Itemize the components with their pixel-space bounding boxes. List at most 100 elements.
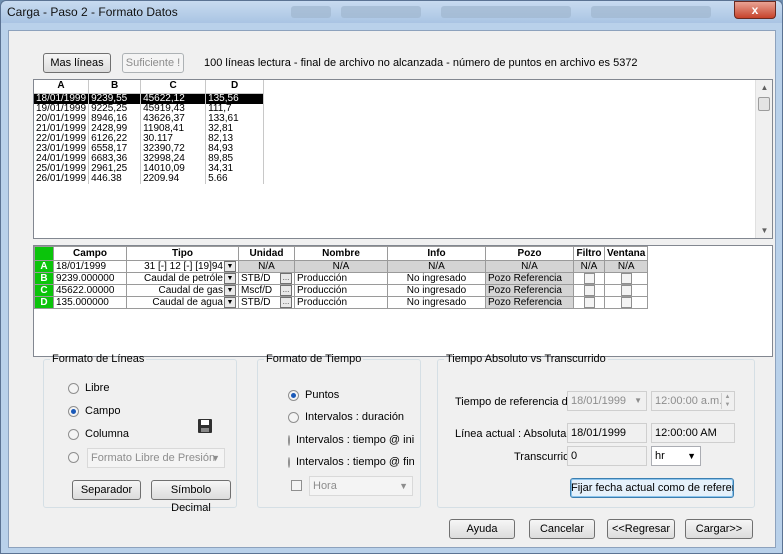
- mapping-row[interactable]: B 9239.000000 Caudal de petróle ▼ STB/D… Prod…: [34, 271, 649, 286]
- load-button[interactable]: Cargar>>: [685, 519, 753, 539]
- ventana-cell: [603, 296, 649, 310]
- radio-libre[interactable]: Libre: [68, 382, 109, 394]
- mapping-row[interactable]: A 18/01/1999 31 [-] 12 [-] [19]94 ▼ N/A N/A N/…: [34, 260, 649, 273]
- radio-free-pressure[interactable]: [68, 452, 79, 463]
- column-mapping-grid[interactable]: Campo Tipo Unidad Nombre Info Pozo Filtr…: [33, 245, 773, 357]
- elapsed-unit-value: hr: [655, 450, 665, 462]
- separator-button[interactable]: Separador: [72, 480, 141, 500]
- cancel-button[interactable]: Cancelar: [529, 519, 595, 539]
- pozo-cell[interactable]: Pozo Referencia: [485, 271, 574, 286]
- scroll-thumb[interactable]: [758, 97, 770, 111]
- window-checkbox[interactable]: [620, 297, 632, 308]
- raw-data-row[interactable]: 22/01/1999 6126,22 30.117 82,13: [34, 133, 265, 144]
- save-format-icon[interactable]: [198, 419, 212, 433]
- raw-data-row[interactable]: 21/01/1999 2428,99 11908,41 32,81: [34, 123, 265, 134]
- tipo-value: Caudal de agua: [152, 297, 223, 309]
- unidad-value: STB/D: [241, 273, 271, 285]
- info-value: N/A: [428, 261, 445, 272]
- time-unit-select[interactable]: Hora ▼: [309, 476, 413, 496]
- current-time-field: 12:00:00 AM: [651, 423, 735, 443]
- pozo-cell[interactable]: Pozo Referencia: [485, 284, 574, 298]
- raw-data-row[interactable]: 25/01/1999 2961,25 14010,09 34,31: [34, 163, 265, 174]
- radio-points[interactable]: Puntos: [288, 389, 339, 401]
- radio-interval-start[interactable]: Intervalos : tiempo @ inic: [288, 434, 414, 446]
- nombre-cell[interactable]: Producción: [294, 271, 388, 286]
- filter-checkbox[interactable]: [583, 297, 595, 308]
- chevron-down-icon[interactable]: ▼: [224, 297, 236, 308]
- nombre-cell[interactable]: Producción: [294, 296, 388, 310]
- set-reference-button[interactable]: Fijar fecha actual como de referencia: [570, 478, 734, 498]
- info-value: No ingresado: [406, 273, 467, 285]
- radio-interval-end[interactable]: Intervalos : tiempo @ fina: [288, 456, 414, 468]
- help-button[interactable]: Ayuda: [449, 519, 515, 539]
- unidad-picker[interactable]: STB/D…: [238, 296, 295, 310]
- tipo-value: 31 [-] 12 [-] [19]94: [144, 261, 223, 272]
- raw-data-row[interactable]: 18/01/1999 9239,55 45622,12 135,56: [34, 93, 265, 104]
- window-checkbox[interactable]: [620, 285, 632, 296]
- mapping-corner-cell: [34, 246, 54, 261]
- absolute-vs-elapsed-legend: Tiempo Absoluto vs Transcurrido: [446, 353, 606, 365]
- reference-date-field[interactable]: 18/01/1999 ▼: [567, 391, 647, 411]
- tipo-dropdown[interactable]: 31 [-] 12 [-] [19]94 ▼: [126, 260, 239, 273]
- raw-data-row[interactable]: 19/01/1999 9225,25 45919,43 111,7: [34, 103, 265, 114]
- raw-data-cell: 11908,41: [140, 123, 207, 134]
- raw-data-row[interactable]: 20/01/1999 8946,16 43626,37 133,61: [34, 113, 265, 124]
- close-icon: x: [751, 3, 759, 17]
- pressure-format-value: Formato Libre de Presión: [91, 452, 216, 464]
- scroll-down-icon[interactable]: ▼: [756, 223, 772, 238]
- unidad-value: N/A: [258, 261, 275, 272]
- raw-data-grid[interactable]: A B C D 18/01/1999 9239,55 45622,12 135,56 1…: [33, 79, 773, 239]
- blurred-titlebar-area: [341, 6, 421, 18]
- pressure-format-select[interactable]: Formato Libre de Presión ▼: [87, 448, 225, 468]
- elapsed-unit-select[interactable]: hr ▼: [651, 446, 701, 466]
- raw-grid-scrollbar[interactable]: ▲ ▼: [755, 80, 772, 238]
- raw-data-row[interactable]: 26/01/1999 446.38 2209.94 5.66: [34, 173, 265, 184]
- time-unit-value: Hora: [313, 480, 337, 492]
- raw-data-cell: 9225,25: [88, 103, 142, 114]
- chevron-down-icon[interactable]: ▼: [224, 285, 236, 296]
- blurred-titlebar-area: [291, 6, 331, 18]
- mapping-row[interactable]: C 45622.00000 Caudal de gas ▼ Mscf/D… Producc…: [34, 284, 649, 298]
- mapping-row[interactable]: D 135.000000 Caudal de agua ▼ STB/D… Producci…: [34, 296, 649, 310]
- ellipsis-icon[interactable]: …: [280, 273, 292, 284]
- radio-circle: [68, 382, 79, 394]
- row-letter-cell: C: [34, 284, 54, 298]
- enough-button[interactable]: Suficiente !: [122, 53, 184, 73]
- radio-campo[interactable]: Campo: [68, 405, 120, 417]
- decimal-symbol-button[interactable]: Símbolo Decimal: [151, 480, 231, 514]
- back-button[interactable]: <<Regresar: [607, 519, 675, 539]
- spinner-icon[interactable]: ▲ ▼: [721, 393, 733, 409]
- window-checkbox[interactable]: [620, 273, 632, 284]
- nombre-value: Producción: [297, 285, 348, 297]
- tipo-dropdown[interactable]: Caudal de gas ▼: [126, 284, 239, 298]
- radio-interval-duration[interactable]: Intervalos : duración: [288, 411, 404, 423]
- window-title: Carga - Paso 2 - Formato Datos: [7, 5, 178, 19]
- more-lines-button[interactable]: Mas líneas: [43, 53, 111, 73]
- close-button[interactable]: x: [734, 1, 776, 19]
- nombre-value: Producción: [297, 273, 348, 285]
- filter-checkbox[interactable]: [583, 285, 595, 296]
- raw-data-row[interactable]: 24/01/1999 6683,36 32998,24 89,85: [34, 153, 265, 164]
- radio-circle: [288, 456, 290, 468]
- unidad-picker[interactable]: Mscf/D…: [238, 284, 295, 298]
- chevron-down-icon[interactable]: ▼: [224, 261, 236, 272]
- time-unit-checkbox[interactable]: [291, 480, 302, 491]
- tipo-dropdown[interactable]: Caudal de petróle ▼: [126, 271, 239, 286]
- radio-columna[interactable]: Columna: [68, 428, 129, 440]
- nombre-cell[interactable]: Producción: [294, 284, 388, 298]
- reference-time-field[interactable]: 12:00:00 a.m. ▲ ▼: [651, 391, 735, 411]
- tipo-value: Caudal de petróle: [144, 273, 223, 285]
- ellipsis-icon[interactable]: …: [280, 285, 292, 296]
- raw-data-row[interactable]: 23/01/1999 6558,17 32390,72 84,93: [34, 143, 265, 154]
- pozo-cell[interactable]: Pozo Referencia: [485, 296, 574, 310]
- chevron-down-icon[interactable]: ▼: [224, 273, 236, 284]
- ellipsis-icon[interactable]: …: [280, 297, 292, 308]
- filter-checkbox[interactable]: [583, 273, 595, 284]
- mapping-col-header: Campo: [53, 246, 127, 261]
- radio-label: Intervalos : duración: [305, 411, 405, 423]
- tipo-dropdown[interactable]: Caudal de agua ▼: [126, 296, 239, 310]
- raw-data-cell: 84,93: [205, 143, 265, 154]
- unidad-picker[interactable]: STB/D …: [238, 271, 295, 286]
- campo-value: 18/01/1999: [56, 261, 107, 272]
- scroll-up-icon[interactable]: ▲: [756, 80, 772, 95]
